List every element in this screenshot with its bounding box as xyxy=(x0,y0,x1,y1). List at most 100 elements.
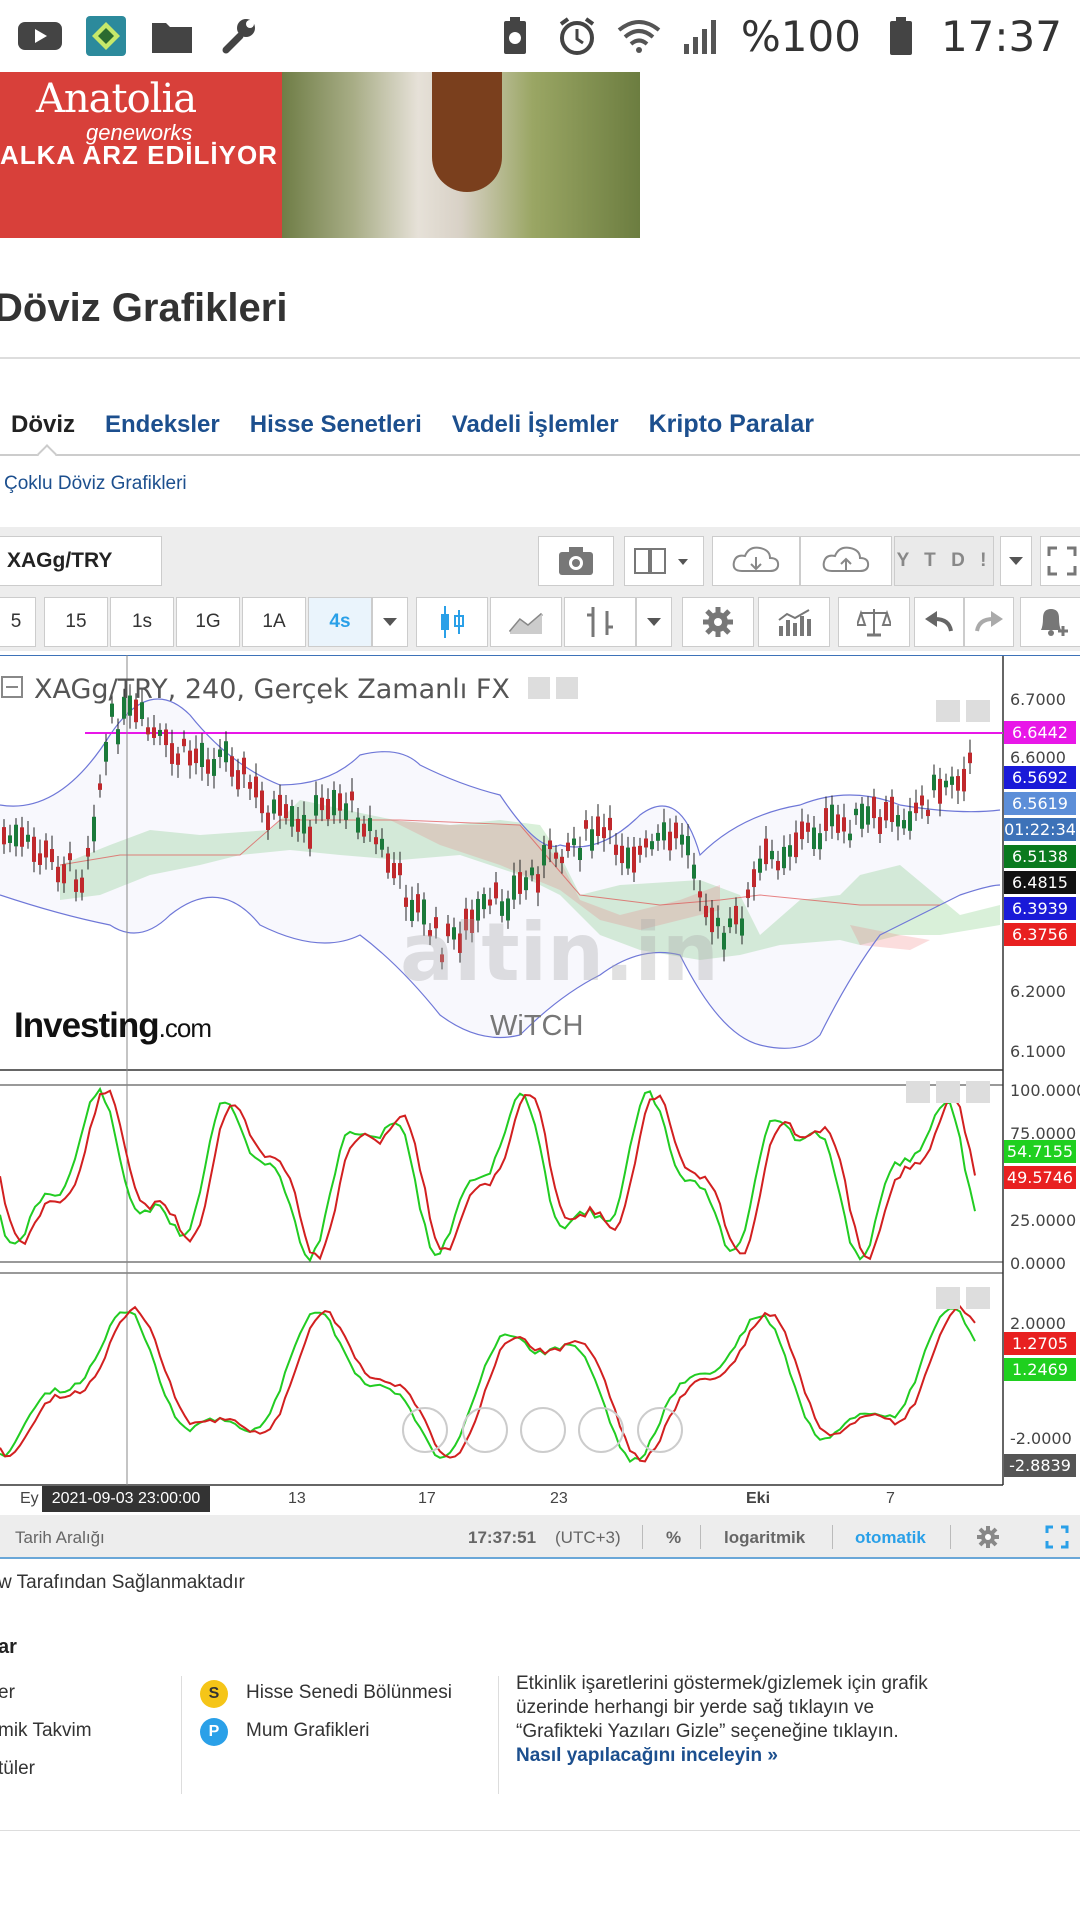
ytd-dropdown[interactable] xyxy=(1000,536,1032,586)
undo-icon xyxy=(925,611,953,632)
stoch-axis-label: 0.0000 xyxy=(1010,1254,1066,1273)
date-range-button[interactable]: Tarih Aralığı xyxy=(15,1528,105,1548)
layout-button[interactable] xyxy=(624,536,704,586)
stoch-axis-label: 25.0000 xyxy=(1010,1211,1077,1230)
candle xyxy=(284,804,288,819)
candle xyxy=(776,860,780,871)
tab-hisse-senetleri[interactable]: Hisse Senetleri xyxy=(250,411,422,439)
timeframe-dropdown[interactable] xyxy=(372,597,408,647)
percent-toggle[interactable]: % xyxy=(666,1528,681,1548)
compare-button[interactable] xyxy=(838,597,910,647)
line-chart-icon xyxy=(508,612,543,634)
tab-vadeli-islemler[interactable]: Vadeli İşlemler xyxy=(452,411,619,439)
candle xyxy=(674,822,678,839)
candle xyxy=(248,782,252,789)
candle xyxy=(608,817,612,831)
alert-button[interactable] xyxy=(1020,597,1080,647)
area-chart-button[interactable] xyxy=(490,597,562,647)
timeframe-4s[interactable]: 4s xyxy=(308,597,372,647)
auto-toggle[interactable]: otomatik xyxy=(855,1528,926,1548)
alarm-icon xyxy=(555,14,599,58)
undo-button[interactable] xyxy=(914,597,964,647)
tab-endeksler[interactable]: Endeksler xyxy=(105,411,220,439)
x-tick: Eki xyxy=(746,1490,771,1507)
price-axis-label: 6.1000 xyxy=(1010,1042,1066,1061)
candle xyxy=(242,757,246,775)
candle xyxy=(644,838,648,848)
tab-kripto-paralar[interactable]: Kripto Paralar xyxy=(649,410,814,439)
cloud-upload-button[interactable] xyxy=(800,536,892,586)
candle xyxy=(14,824,18,847)
camera-button[interactable] xyxy=(538,536,614,586)
chevron-down-icon xyxy=(1009,557,1023,565)
timeframe-1a[interactable]: 1A xyxy=(242,597,306,647)
how-to-link[interactable]: Nasıl yapılacağını inceleyin » xyxy=(516,1745,778,1766)
crosshair-date: 2021-09-03 23:00:00 xyxy=(42,1486,210,1512)
tab-doviz[interactable]: Döviz xyxy=(11,411,75,439)
ohlc-bar-icon xyxy=(587,607,613,637)
chevron-down-icon xyxy=(647,618,661,626)
candle xyxy=(146,727,150,735)
bar-chart-button[interactable] xyxy=(564,597,636,647)
candlestick-icon xyxy=(441,606,464,638)
timeframe-1g[interactable]: 1G xyxy=(176,597,240,647)
candle xyxy=(224,741,228,763)
chevron-down-icon xyxy=(383,618,397,626)
candle-chart-button[interactable] xyxy=(416,597,488,647)
candle xyxy=(878,817,882,834)
chart-container[interactable] xyxy=(0,655,1080,1515)
log-toggle[interactable]: logaritmik xyxy=(724,1528,805,1548)
multi-currency-link[interactable]: Çoklu Döviz Grafikleri xyxy=(4,473,187,495)
candle xyxy=(524,877,528,891)
redo-button[interactable] xyxy=(964,597,1014,647)
symbol-input[interactable]: XAGg/TRY xyxy=(0,536,162,586)
candle xyxy=(962,768,966,792)
candle xyxy=(68,853,72,861)
candle xyxy=(788,845,792,857)
settings-button[interactable] xyxy=(682,597,754,647)
candle xyxy=(116,729,120,745)
candle xyxy=(494,882,498,899)
candle xyxy=(218,749,222,757)
x-tick: 13 xyxy=(288,1490,306,1507)
timeframe-15[interactable]: 15 xyxy=(44,597,108,647)
timeframe-5[interactable]: 5 xyxy=(0,597,36,647)
ad-banner[interactable]: Anatolia geneworks ALKA ARZ EDİLİYOR xyxy=(0,72,640,238)
price-tag: 6.3939 xyxy=(1004,897,1076,920)
candle xyxy=(338,793,342,811)
candle xyxy=(344,803,348,820)
candle xyxy=(740,918,744,936)
timezone: (UTC+3) xyxy=(555,1528,621,1547)
candle xyxy=(620,845,624,864)
candle xyxy=(158,729,162,736)
candle xyxy=(698,891,702,898)
osc-tag: 1.2469 xyxy=(1004,1358,1076,1381)
candle xyxy=(50,849,54,863)
candle xyxy=(200,742,204,768)
fullscreen-button[interactable] xyxy=(1040,536,1080,586)
ytd-button[interactable]: Y T D ! xyxy=(894,536,994,586)
candle xyxy=(890,796,894,823)
candle xyxy=(836,814,840,833)
candle xyxy=(920,795,924,806)
timeframe-1s[interactable]: 1s xyxy=(110,597,174,647)
redo-icon xyxy=(975,611,1003,632)
indicators-button[interactable] xyxy=(758,597,830,647)
clock-readout: 17:37:51 xyxy=(468,1528,537,1547)
candle xyxy=(548,840,552,850)
watermark-sub: WiTCH xyxy=(490,1010,584,1042)
expand-button[interactable] xyxy=(1045,1525,1069,1554)
candle xyxy=(968,752,972,764)
bottom-settings-button[interactable] xyxy=(976,1525,1000,1554)
candle xyxy=(914,802,918,814)
store-icon xyxy=(84,14,128,58)
candle xyxy=(866,806,870,825)
chart-canvas[interactable] xyxy=(0,655,1080,1515)
candle xyxy=(272,799,276,814)
cloud-download-button[interactable] xyxy=(712,536,800,586)
candle-badge-icon: P xyxy=(200,1718,228,1746)
hint-body: Etkinlik işaretlerini göstermek/gizlemek… xyxy=(516,1673,928,1742)
chart-type-dropdown[interactable] xyxy=(636,597,672,647)
candle xyxy=(308,826,312,849)
investing-suffix: .com xyxy=(158,1013,212,1043)
